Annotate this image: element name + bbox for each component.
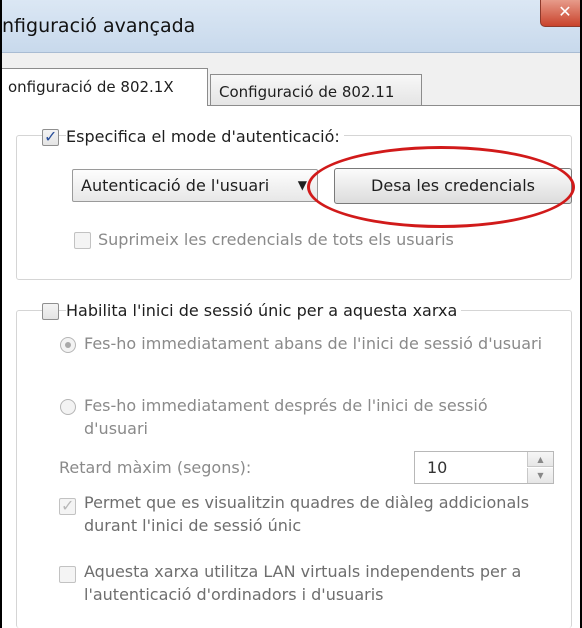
perform-after-logon-label-line1: Fes-ho immediatament després de l'inici … bbox=[84, 396, 488, 415]
separate-vlan-label-line2: l'autenticació d'ordinadors i d'usuaris bbox=[84, 585, 384, 604]
separate-vlan-checkbox[interactable] bbox=[59, 566, 76, 583]
specify-auth-mode-checkbox[interactable] bbox=[42, 127, 59, 146]
title-bar: nfiguració avançada ✕ bbox=[2, 0, 580, 53]
authentication-group bbox=[16, 135, 572, 280]
save-credentials-button[interactable]: Desa les credencials bbox=[334, 168, 572, 204]
window-title: nfiguració avançada bbox=[2, 15, 196, 37]
tab-80211-settings[interactable]: Configuració de 802.11 bbox=[210, 74, 422, 108]
delete-credentials-label: Suprimeix les credencials de tots els us… bbox=[98, 230, 454, 249]
separate-vlan-label-line1: Aquesta xarxa utilitza LAN virtuals inde… bbox=[84, 562, 522, 581]
allow-additional-dialogs-label-line2: durant l'inici de sessió únic bbox=[84, 516, 302, 535]
perform-before-logon-radio[interactable] bbox=[60, 337, 76, 353]
allow-additional-dialogs-checkbox[interactable] bbox=[59, 496, 76, 515]
enable-sso-label: Habilita l'inici de sessió únic per a aq… bbox=[66, 301, 462, 320]
spin-down-arrow-icon[interactable]: ▼ bbox=[527, 468, 553, 483]
enable-sso-checkbox[interactable] bbox=[42, 303, 59, 320]
delete-credentials-checkbox[interactable] bbox=[74, 232, 91, 249]
auth-mode-select-value: Autenticació de l'usuari bbox=[81, 176, 270, 195]
spin-up-arrow-icon[interactable]: ▲ bbox=[527, 452, 553, 467]
max-delay-spinner[interactable]: 10 ▲ ▼ bbox=[414, 451, 554, 484]
specify-auth-mode-label: Especifica el mode d'autenticació: bbox=[66, 127, 344, 146]
advanced-settings-dialog: nfiguració avançada ✕ onfiguració de 802… bbox=[2, 0, 580, 628]
max-delay-label: Retard màxim (segons): bbox=[59, 458, 252, 477]
chevron-down-icon: ▼ bbox=[297, 178, 307, 192]
allow-additional-dialogs-label-line1: Permet que es visualitzin quadres de dià… bbox=[84, 493, 530, 512]
max-delay-value: 10 bbox=[427, 458, 448, 477]
perform-after-logon-label-line2: d'usuari bbox=[84, 419, 148, 438]
perform-after-logon-radio[interactable] bbox=[60, 399, 76, 415]
tab-8021x-settings[interactable]: onfiguració de 802.1X bbox=[2, 68, 208, 106]
perform-before-logon-label: Fes-ho immediatament abans de l'inici de… bbox=[84, 334, 543, 353]
auth-mode-select[interactable]: Autenticació de l'usuari ▼ bbox=[72, 169, 318, 202]
close-icon: ✕ bbox=[558, 2, 572, 21]
close-button[interactable]: ✕ bbox=[540, 0, 580, 27]
